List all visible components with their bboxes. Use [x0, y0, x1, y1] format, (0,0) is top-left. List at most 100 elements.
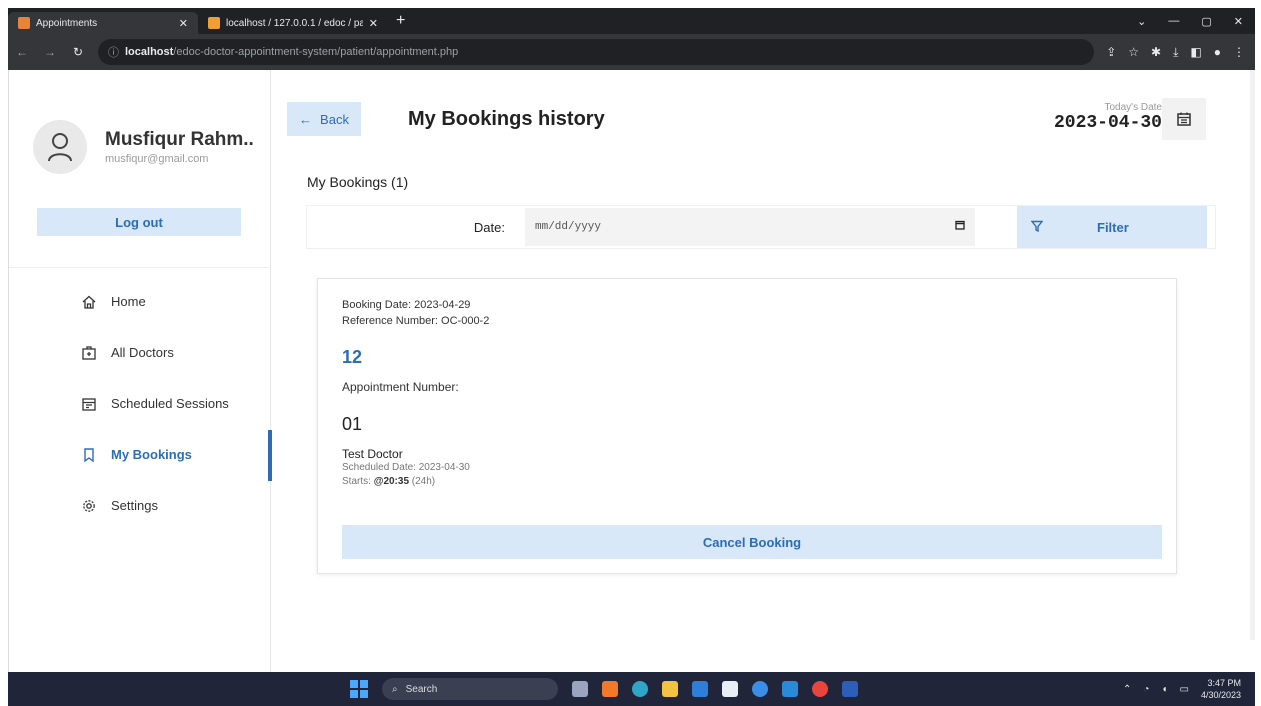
clock-time: 3:47 PM [1207, 678, 1241, 688]
doctor-icon [81, 345, 97, 361]
start-time-prefix: Starts: [342, 476, 374, 487]
menu-kebab-icon[interactable]: ⋮ [1233, 45, 1245, 60]
site-info-icon[interactable]: ⓘ [108, 44, 119, 60]
task-view-icon[interactable] [572, 681, 588, 697]
web-page: Musfiqur Rahm.. musfiqur@gmail.com Log o… [8, 70, 1255, 672]
sidebar-item-my-bookings[interactable]: My Bookings [9, 429, 272, 481]
booking-card: Booking Date: 2023-04-29 Reference Numbe… [317, 278, 1177, 574]
cancel-booking-button[interactable]: Cancel Booking [342, 525, 1162, 559]
home-icon [81, 294, 97, 310]
window-controls: ⌄ — ▢ ✕ [1137, 15, 1255, 28]
back-button-label: Back [320, 111, 349, 127]
url-path: /edoc-doctor-appointment-system/patient/… [173, 46, 459, 58]
sidebar-item-home[interactable]: Home [9, 276, 271, 327]
sidebar-menu: Home All Doctors Scheduled Sessions My B… [9, 276, 272, 531]
sidebar-item-settings[interactable]: Settings [9, 480, 271, 531]
sidepanel-icon[interactable]: ◧ [1190, 45, 1201, 60]
tab-title: Appointments [36, 17, 98, 29]
taskbar-search[interactable]: ⌕ Search [382, 678, 558, 700]
url-host: localhost [125, 46, 174, 58]
taskbar-apps: ⌕ Search [350, 678, 858, 700]
appointment-number-value: 12 [342, 347, 363, 367]
sidebar-item-label: All Doctors [111, 345, 174, 360]
taskbar-clock[interactable]: 3:47 PM 4/30/2023 [1201, 677, 1241, 701]
appointments-favicon-icon [18, 17, 30, 29]
battery-icon[interactable]: ▭ [1180, 684, 1189, 695]
filter-bar: Date: mm/dd/yyyy Filter [307, 206, 1215, 248]
close-tab-icon[interactable]: ✕ [369, 17, 378, 30]
bookings-count: My Bookings (1) [307, 174, 409, 190]
download-icon[interactable]: ⤓ [1173, 45, 1178, 60]
volume-icon[interactable]: ◖ [1161, 684, 1167, 695]
taskbar-search-label: Search [405, 683, 438, 695]
close-tab-icon[interactable]: ✕ [179, 17, 188, 30]
chevron-up-icon[interactable]: ⌃ [1123, 684, 1131, 695]
sidebar-item-label: My Bookings [111, 447, 192, 462]
clock-date: 4/30/2023 [1200, 690, 1241, 700]
back-button[interactable]: ← Back [287, 102, 361, 136]
filter-button[interactable]: Filter [1017, 206, 1207, 248]
file-explorer-icon[interactable] [662, 681, 678, 697]
filter-button-label: Filter [1097, 219, 1129, 235]
forward-nav-icon[interactable]: → [42, 45, 58, 59]
date-picker-icon[interactable] [955, 220, 965, 234]
start-time: Starts: @20:35 (24h) [342, 475, 1152, 489]
close-window-icon[interactable]: ✕ [1234, 15, 1243, 28]
sidebar-item-scheduled-sessions[interactable]: Scheduled Sessions [9, 378, 271, 429]
search-icon: ⌕ [392, 683, 398, 695]
sidebar-item-label: Home [111, 294, 146, 309]
profile-avatar-icon[interactable]: ● [1214, 45, 1221, 60]
back-nav-icon[interactable]: ← [14, 45, 30, 59]
edge-icon[interactable] [632, 681, 648, 697]
calendar-icon [1177, 112, 1191, 126]
date-filter-input[interactable]: mm/dd/yyyy [525, 208, 975, 246]
sidebar: Musfiqur Rahm.. musfiqur@gmail.com Log o… [9, 70, 272, 672]
app-icon[interactable] [752, 681, 768, 697]
phpmyadmin-favicon-icon [208, 17, 220, 29]
word-icon[interactable] [842, 681, 858, 697]
booking-date: Booking Date: 2023-04-29 [342, 299, 471, 311]
main-content: ← Back My Bookings history Today's Date … [271, 70, 1255, 672]
windows-taskbar: ⌕ Search ⌃ ◔ ◖ ▭ 3:47 PM 4/30/2023 [8, 672, 1255, 706]
browser-toolbar-icons: ⇪ ☆ ✱ ⤓ ◧ ● ⋮ [1106, 45, 1249, 60]
extensions-icon[interactable]: ✱ [1151, 45, 1161, 60]
tab-appointments[interactable]: Appointments ✕ [8, 12, 198, 34]
bookmark-star-icon[interactable]: ☆ [1128, 45, 1139, 60]
today-date-value: 2023-04-30 [1053, 113, 1162, 133]
user-icon [48, 133, 72, 162]
xampp-icon[interactable] [602, 681, 618, 697]
gear-icon [81, 498, 97, 514]
wifi-icon[interactable]: ◔ [1143, 684, 1149, 695]
date-placeholder: mm/dd/yyyy [535, 221, 602, 233]
store-icon[interactable] [722, 681, 738, 697]
reference-number: Reference Number: OC-000-2 [342, 315, 490, 327]
bookmark-icon [81, 447, 97, 463]
avatar [33, 120, 87, 174]
browser-tab-bar: Appointments ✕ localhost / 127.0.0.1 / e… [8, 8, 1255, 34]
tab-search-icon[interactable]: ⌄ [1137, 15, 1146, 28]
scheduled-date: Scheduled Date: 2023-04-30 [342, 462, 470, 473]
schedule-icon [81, 396, 97, 412]
filter-icon [1030, 220, 1044, 235]
calendar-button [1162, 98, 1206, 140]
maximize-icon[interactable]: ▢ [1201, 15, 1211, 28]
tab-phpmyadmin[interactable]: localhost / 127.0.0.1 / edoc / pa ✕ [198, 12, 388, 34]
vscode-icon[interactable] [782, 681, 798, 697]
share-icon[interactable]: ⇪ [1106, 45, 1116, 60]
sidebar-item-all-doctors[interactable]: All Doctors [9, 327, 271, 378]
new-tab-icon[interactable]: + [396, 12, 405, 30]
date-filter-label: Date: [473, 219, 505, 235]
sidebar-item-label: Scheduled Sessions [111, 396, 229, 411]
reload-icon[interactable]: ↻ [70, 45, 86, 59]
logout-button[interactable]: Log out [37, 208, 241, 236]
today-date: Today's Date 2023-04-30 [1054, 102, 1162, 133]
windows-start-icon[interactable] [350, 680, 368, 698]
page-scrollbar[interactable] [1250, 70, 1255, 640]
minimize-icon[interactable]: — [1168, 15, 1179, 28]
chrome-icon[interactable] [812, 681, 828, 697]
mail-icon[interactable] [692, 681, 708, 697]
url-field[interactable]: ⓘ localhost/edoc-doctor-appointment-syst… [98, 39, 1095, 65]
appointment-number-label: Appointment Number: [342, 380, 459, 394]
user-profile: Musfiqur Rahm.. musfiqur@gmail.com [33, 120, 254, 174]
system-tray: ⌃ ◔ ◖ ▭ 3:47 PM 4/30/2023 [1123, 677, 1241, 701]
